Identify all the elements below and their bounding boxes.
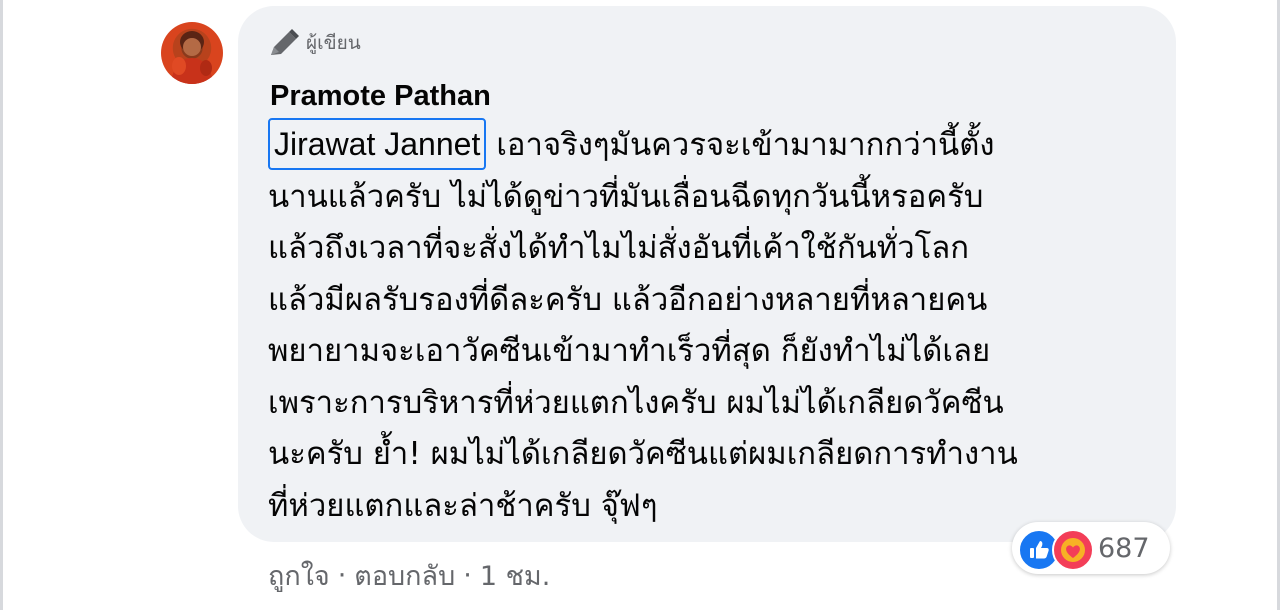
pen-icon	[271, 29, 299, 55]
comment-view: ผู้เขียน Pramote Pathan Jirawat Jannet เอ…	[0, 0, 1280, 610]
comment-line: แล้วถึงเวลาที่จะสั่งได้ทำไมไม่สั่งอันที่…	[268, 230, 970, 266]
reaction-count: 687	[1098, 532, 1150, 564]
reply-link[interactable]: ตอบกลับ	[354, 554, 455, 597]
comment-line-text: เอาจริงๆมันควรจะเข้ามามากกว่านี้ตั้ง	[496, 127, 995, 163]
comment-line: นานแล้วครับ ไม่ได้ดูข่าวที่มันเลื่อนฉีดท…	[268, 178, 984, 215]
reaction-icons	[1016, 522, 1098, 574]
author-badge-label: ผู้เขียน	[306, 32, 361, 54]
care-icon	[1052, 529, 1094, 571]
comment-line: นะครับ ย้ำ! ผมไม่ได้เกลียดวัคซีนแต่ผมเกล…	[268, 436, 1018, 472]
mention-tag[interactable]: Jirawat Jannet	[268, 118, 487, 170]
reaction-summary[interactable]: 687	[1012, 522, 1170, 574]
timestamp-link[interactable]: 1 ชม.	[480, 554, 550, 597]
comment-line: เพราะการบริหารที่ห่วยแตกไงครับ ผมไม่ได้เ…	[268, 384, 1004, 421]
comment-line: แล้วมีผลรับรองที่ดีละครับ แล้วอีกอย่างหล…	[268, 281, 988, 318]
comment-text: Jirawat Jannet เอาจริงๆมันควรจะเข้ามามากก…	[268, 118, 1168, 532]
author-badge: ผู้เขียน	[268, 28, 361, 58]
comment-line: พยายามจะเอาวัคซีนเข้ามาทำเร็วที่สุด ก็ยั…	[268, 333, 991, 369]
comment-actions: ถูกใจ · ตอบกลับ · 1 ชม.	[268, 554, 550, 597]
separator-dot: ·	[337, 560, 347, 591]
avatar[interactable]	[161, 22, 223, 84]
separator-dot: ·	[463, 560, 472, 591]
comment-line: Jirawat Jannet เอาจริงๆมันควรจะเข้ามามากก…	[268, 118, 1168, 172]
left-divider	[0, 0, 3, 610]
like-link[interactable]: ถูกใจ	[268, 554, 330, 597]
commenter-name[interactable]: Pramote Pathan	[270, 78, 491, 114]
